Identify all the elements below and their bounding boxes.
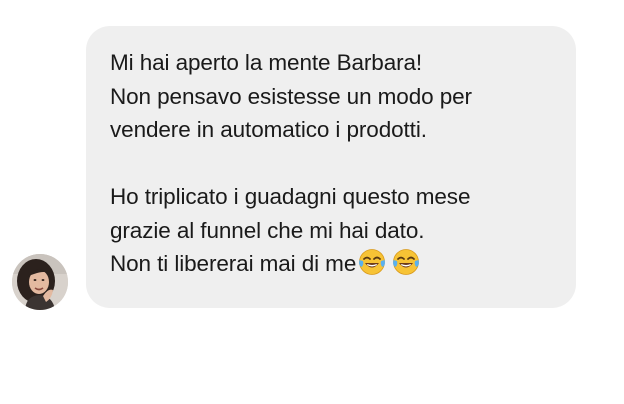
message-line: grazie al funnel che mi hai dato. bbox=[110, 217, 425, 243]
chat-message-row: Mi hai aperto la mente Barbara! Non pens… bbox=[0, 0, 624, 404]
face-with-tears-of-joy-icon bbox=[392, 248, 420, 276]
user-avatar-icon bbox=[12, 254, 68, 310]
message-line: Mi hai aperto la mente Barbara! bbox=[110, 50, 423, 75]
face-with-tears-of-joy-icon bbox=[358, 248, 386, 276]
message-line: Non pensavo esistesse un modo per bbox=[110, 83, 472, 109]
message-last-line: Non ti libererai mai di me bbox=[110, 247, 552, 281]
avatar[interactable] bbox=[12, 254, 68, 310]
message-line: Ho triplicato i guadagni questo mese bbox=[110, 184, 471, 209]
message-line-text: Non ti libererai mai di me bbox=[110, 251, 357, 276]
message-line: vendere in automatico i prodotti. bbox=[110, 117, 427, 142]
message-bubble[interactable]: Mi hai aperto la mente Barbara! Non pens… bbox=[86, 26, 576, 308]
